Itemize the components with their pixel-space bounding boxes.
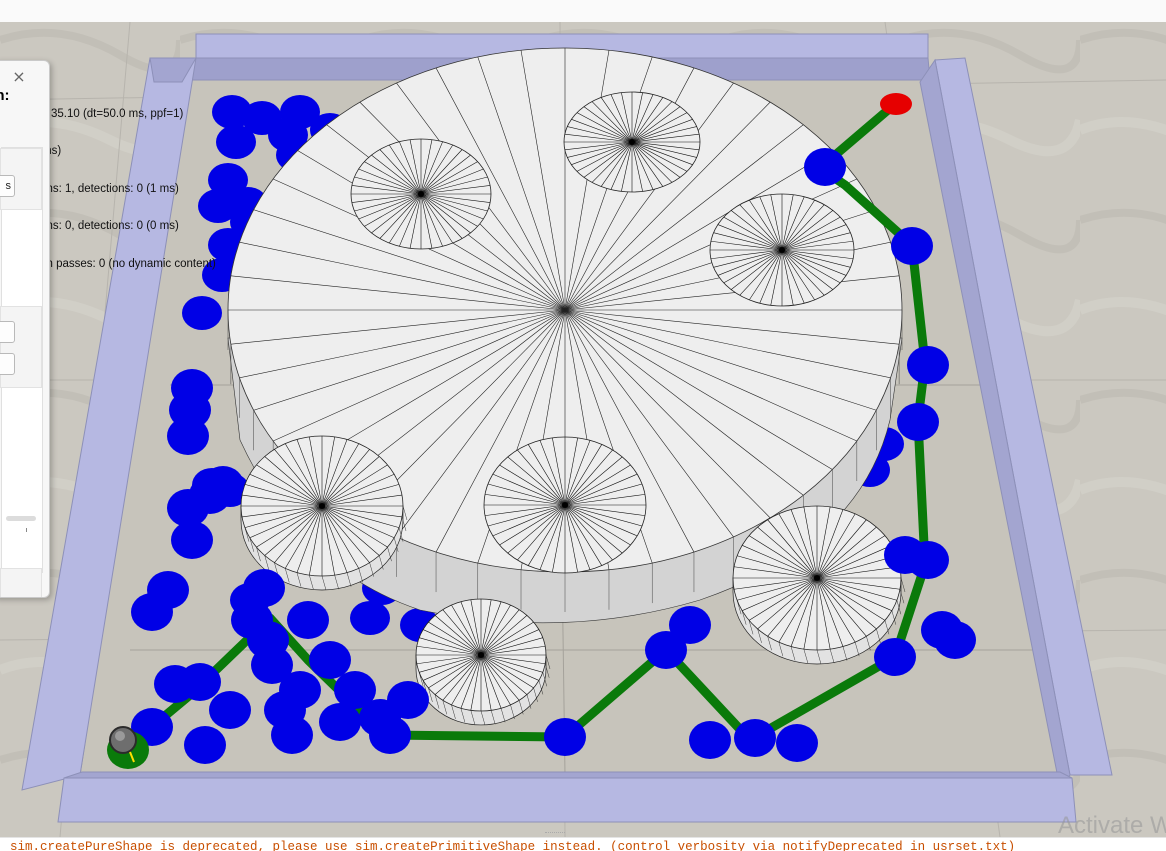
obstacle: [319, 703, 361, 741]
obstacle: [804, 148, 846, 186]
obstacle: [934, 621, 976, 659]
obstacle: [182, 296, 222, 330]
activation-watermark: Activate Wi: [1057, 812, 1166, 839]
dialog-field-1[interactable]: [0, 321, 15, 343]
scene-view[interactable]: 0 00:26:35.10 (dt=50.0 ms, ppf=1) 1 (1 m…: [0, 22, 1166, 837]
obstacle: [167, 417, 209, 455]
obstacle: [897, 403, 939, 441]
window-top-bar: [0, 0, 1166, 23]
obstacle: [287, 601, 329, 639]
obstacle: [184, 726, 226, 764]
small-disc: [240, 435, 408, 591]
dialog-group-2: [0, 306, 42, 388]
dialog-panel: s: [0, 147, 43, 597]
wall-bottom-face: [63, 771, 1073, 779]
splitter-grip[interactable]: [545, 832, 565, 836]
small-disc: [709, 193, 855, 307]
dialog-action-button[interactable]: s: [0, 175, 15, 197]
simulator-window: 0 00:26:35.10 (dt=50.0 ms, ppf=1) 1 (1 m…: [0, 0, 1166, 851]
obstacle: [907, 346, 949, 384]
obstacle: [874, 638, 916, 676]
dialog-slider[interactable]: [6, 516, 36, 521]
obstacle: [350, 601, 390, 635]
dialog-heading: sh:: [0, 87, 10, 104]
obstacle: [884, 536, 926, 574]
small-disc: [483, 436, 647, 574]
obstacle: [689, 721, 731, 759]
small-disc: [732, 505, 906, 665]
obstacle: [387, 681, 429, 719]
obstacle: [309, 641, 351, 679]
obstacle: [251, 646, 293, 684]
dialog-field-2[interactable]: [0, 353, 15, 375]
obstacle: [369, 716, 411, 754]
obstacle: [891, 227, 933, 265]
goal-marker-icon[interactable]: [880, 93, 912, 115]
obstacle: [171, 521, 213, 559]
small-disc: [563, 91, 701, 193]
obstacle: [645, 631, 687, 669]
obstacle: [734, 719, 776, 757]
close-icon[interactable]: ×: [11, 69, 27, 85]
obstacle: [167, 489, 209, 527]
status-message: sim.createPureShape is deprecated, pleas…: [10, 840, 1016, 851]
status-bar: sim.createPureShape is deprecated, pleas…: [0, 837, 1166, 851]
obstacle: [271, 716, 313, 754]
obstacle: [216, 125, 256, 159]
wall-bottom: [57, 777, 1077, 823]
obstacle: [209, 691, 251, 729]
obstacle: [776, 724, 818, 762]
dialog-group-1: s: [0, 148, 42, 210]
obstacle: [154, 665, 196, 703]
side-dialog: × sh: s: [0, 60, 50, 598]
dialog-slider-tick: [26, 528, 27, 532]
small-disc: [350, 138, 492, 250]
obstacle: [131, 593, 173, 631]
obstacle: [544, 718, 586, 756]
small-disc: [415, 598, 551, 726]
dialog-group-3: [0, 568, 42, 597]
